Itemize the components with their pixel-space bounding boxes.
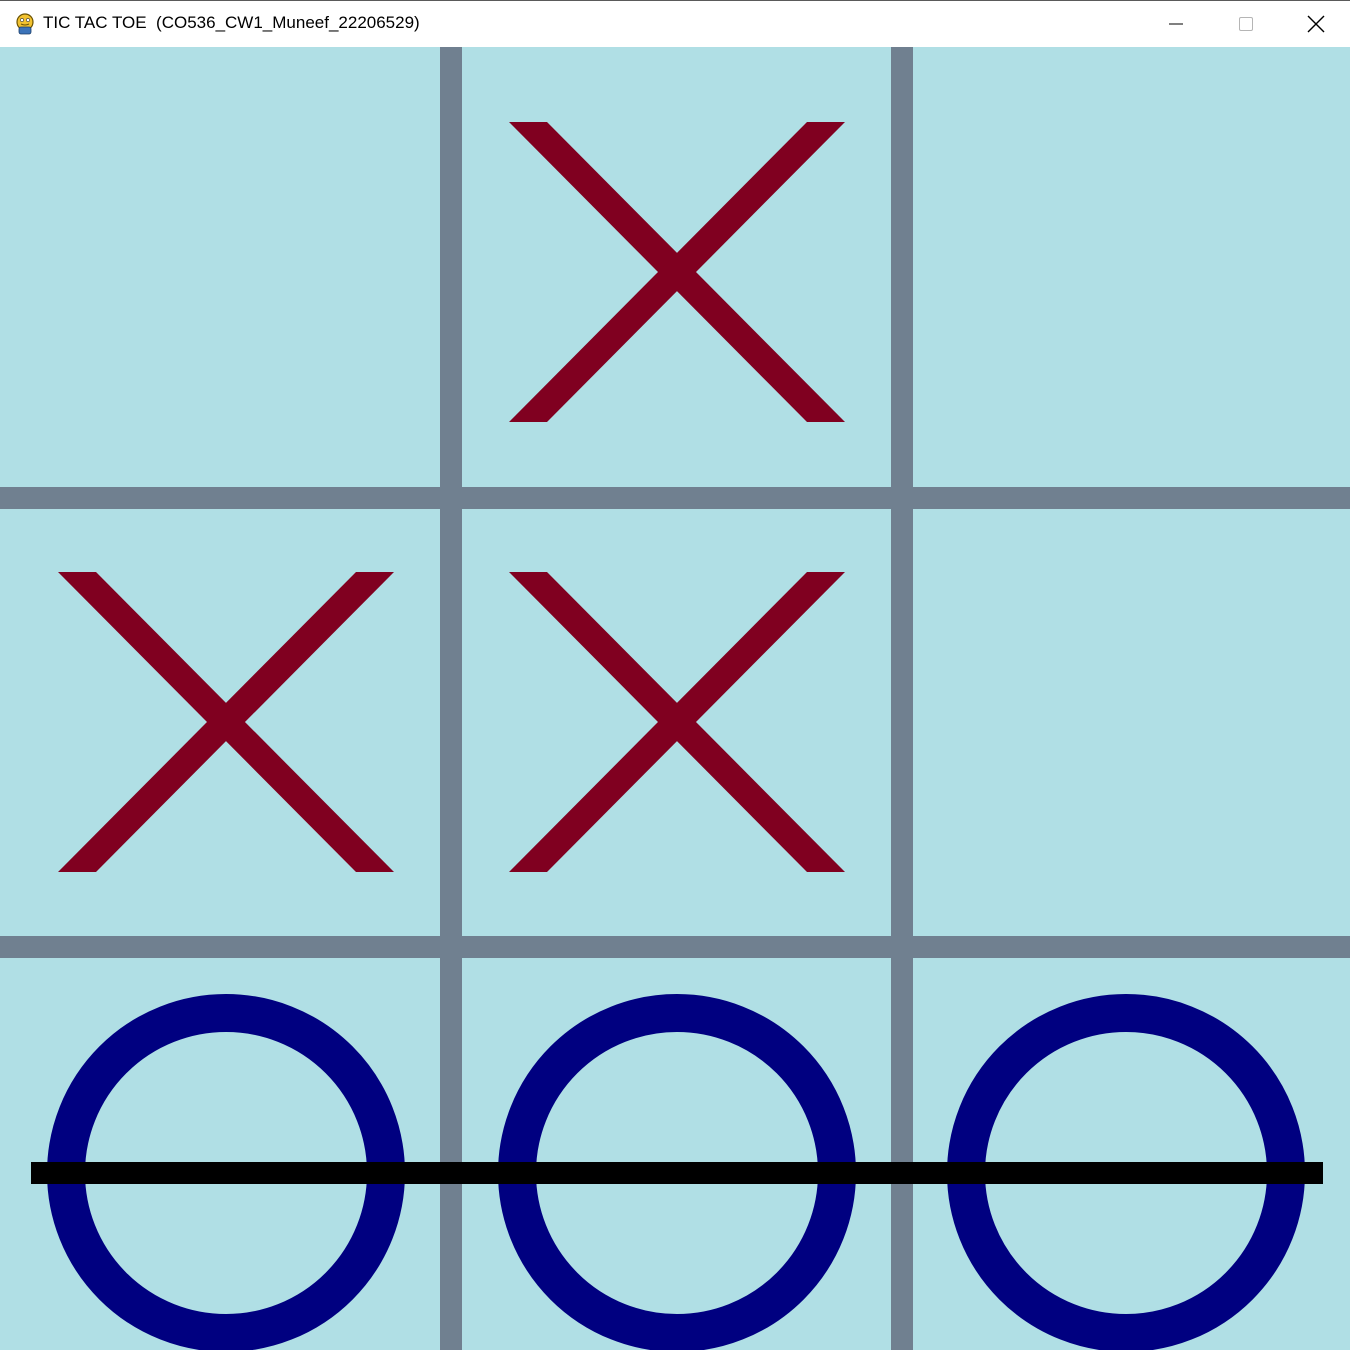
grid-line-vertical-2: [891, 47, 913, 1350]
maximize-button[interactable]: [1211, 1, 1281, 47]
close-icon: [1307, 15, 1325, 33]
board-cell-1-2[interactable]: [902, 498, 1350, 947]
grid-line-vertical-1: [440, 47, 462, 1350]
board-cell-0-2[interactable]: [902, 47, 1350, 498]
grid-line-horizontal-2: [0, 936, 1350, 958]
board-canvas[interactable]: [0, 47, 1350, 1350]
title-bar[interactable]: TIC TAC TOE (CO536_CW1_Muneef_22206529): [0, 0, 1350, 47]
grid-line-horizontal-1: [0, 487, 1350, 509]
minimize-button[interactable]: [1141, 1, 1211, 47]
window-title: TIC TAC TOE (CO536_CW1_Muneef_22206529): [43, 13, 420, 32]
python-icon: [16, 13, 34, 35]
minimize-icon: [1169, 23, 1183, 25]
maximize-icon: [1239, 17, 1253, 31]
game-window: TIC TAC TOE (CO536_CW1_Muneef_22206529): [0, 0, 1350, 1350]
close-button[interactable]: [1281, 1, 1350, 47]
board-cell-0-0[interactable]: [0, 47, 451, 498]
game-board[interactable]: [0, 47, 1350, 1350]
winning-line: [31, 1162, 1323, 1184]
